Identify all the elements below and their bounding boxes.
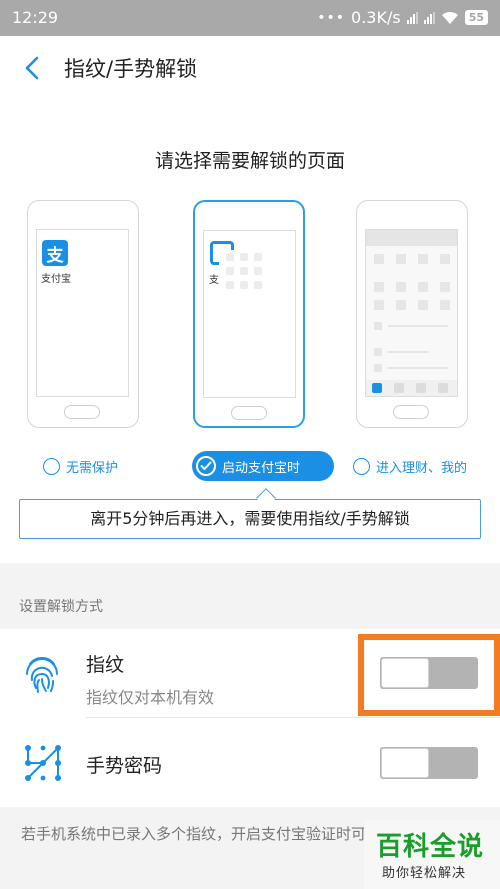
selection-tooltip: 离开5分钟后再进入，需要使用指纹/手势解锁 (19, 499, 481, 539)
finance-header (366, 230, 457, 246)
select-page-prompt: 请选择需要解锁的页面 (154, 150, 345, 172)
highlight-annotation-box (358, 634, 500, 716)
network-speed: 0.3K/s (351, 8, 401, 27)
row-divider (86, 717, 500, 718)
home-button (231, 406, 267, 420)
option-label: 进入理财、我的 (376, 460, 468, 476)
status-icons: ••• 0.3K/s 55 (317, 8, 488, 27)
battery-icon: 55 (464, 10, 488, 25)
page-title: 指纹/手势解锁 (64, 57, 198, 81)
check-circle-icon (196, 456, 216, 476)
gesture-title: 手势密码 (86, 755, 163, 777)
phone-preview-finance-me[interactable] (356, 200, 468, 428)
finance-tab-bar (366, 380, 457, 396)
finance-row-line (388, 351, 428, 353)
alipay-loading-label: 支 (209, 275, 219, 286)
finance-tile (374, 282, 384, 292)
finance-tile (440, 254, 450, 264)
finance-tile (418, 254, 428, 264)
option-label: 启动支付宝时 (222, 460, 301, 476)
finance-tile (440, 282, 450, 292)
signal-icon (406, 11, 418, 24)
status-bar: 12:29 ••• 0.3K/s 55 (0, 0, 500, 36)
watermark-subtitle: 助你轻松解决 (382, 866, 467, 881)
finance-row-line (388, 325, 448, 327)
option-on-launch[interactable]: 启动支付宝时 (192, 451, 334, 481)
notification-dots: ••• (317, 9, 346, 26)
finance-tile (418, 300, 428, 310)
wifi-icon (441, 11, 458, 24)
alipay-app-label: 支付宝 (41, 274, 71, 285)
home-button (64, 405, 100, 419)
watermark-title: 百科全说 (376, 832, 485, 862)
finance-tile (374, 254, 384, 264)
phone-screen: 支 (203, 230, 296, 398)
finance-tile (396, 300, 406, 310)
lock-grid-icon (226, 253, 266, 293)
option-finance-me[interactable]: 进入理财、我的 (353, 453, 467, 479)
toggle-knob (381, 748, 429, 778)
finance-tile (374, 300, 384, 310)
signal-icon-2 (423, 11, 435, 24)
finance-row-icon (374, 322, 382, 330)
finance-tile (396, 254, 406, 264)
back-arrow-icon[interactable] (22, 56, 42, 80)
watermark-logo: 百科全说 助你轻松解决 (364, 820, 500, 889)
section-label: 设置解锁方式 (19, 599, 103, 615)
gesture-toggle[interactable] (380, 747, 478, 779)
option-no-protection[interactable]: 无需保护 (43, 453, 118, 479)
phone-screen: 支 支付宝 (36, 229, 129, 397)
gesture-pattern-icon (25, 745, 61, 781)
fingerprint-title: 指纹 (86, 654, 125, 676)
radio-unchecked-icon (43, 457, 60, 475)
phone-screen (365, 229, 458, 397)
alipay-logo-icon: 支 (42, 240, 68, 266)
phone-preview-no-protection[interactable]: 支 支付宝 (27, 200, 139, 428)
finance-row-icon (374, 348, 382, 356)
finance-tile (440, 300, 450, 310)
finance-row-line (388, 367, 448, 369)
home-button (393, 405, 429, 419)
radio-unchecked-icon (353, 457, 370, 475)
fingerprint-icon (26, 657, 58, 693)
finance-row-icon (374, 364, 382, 372)
status-time: 12:29 (12, 8, 59, 27)
finance-tile (418, 282, 428, 292)
fingerprint-subtitle: 指纹仅对本机有效 (86, 688, 215, 707)
phone-preview-on-launch[interactable]: 支 (193, 200, 305, 428)
finance-tile (396, 282, 406, 292)
option-label: 无需保护 (66, 460, 119, 476)
